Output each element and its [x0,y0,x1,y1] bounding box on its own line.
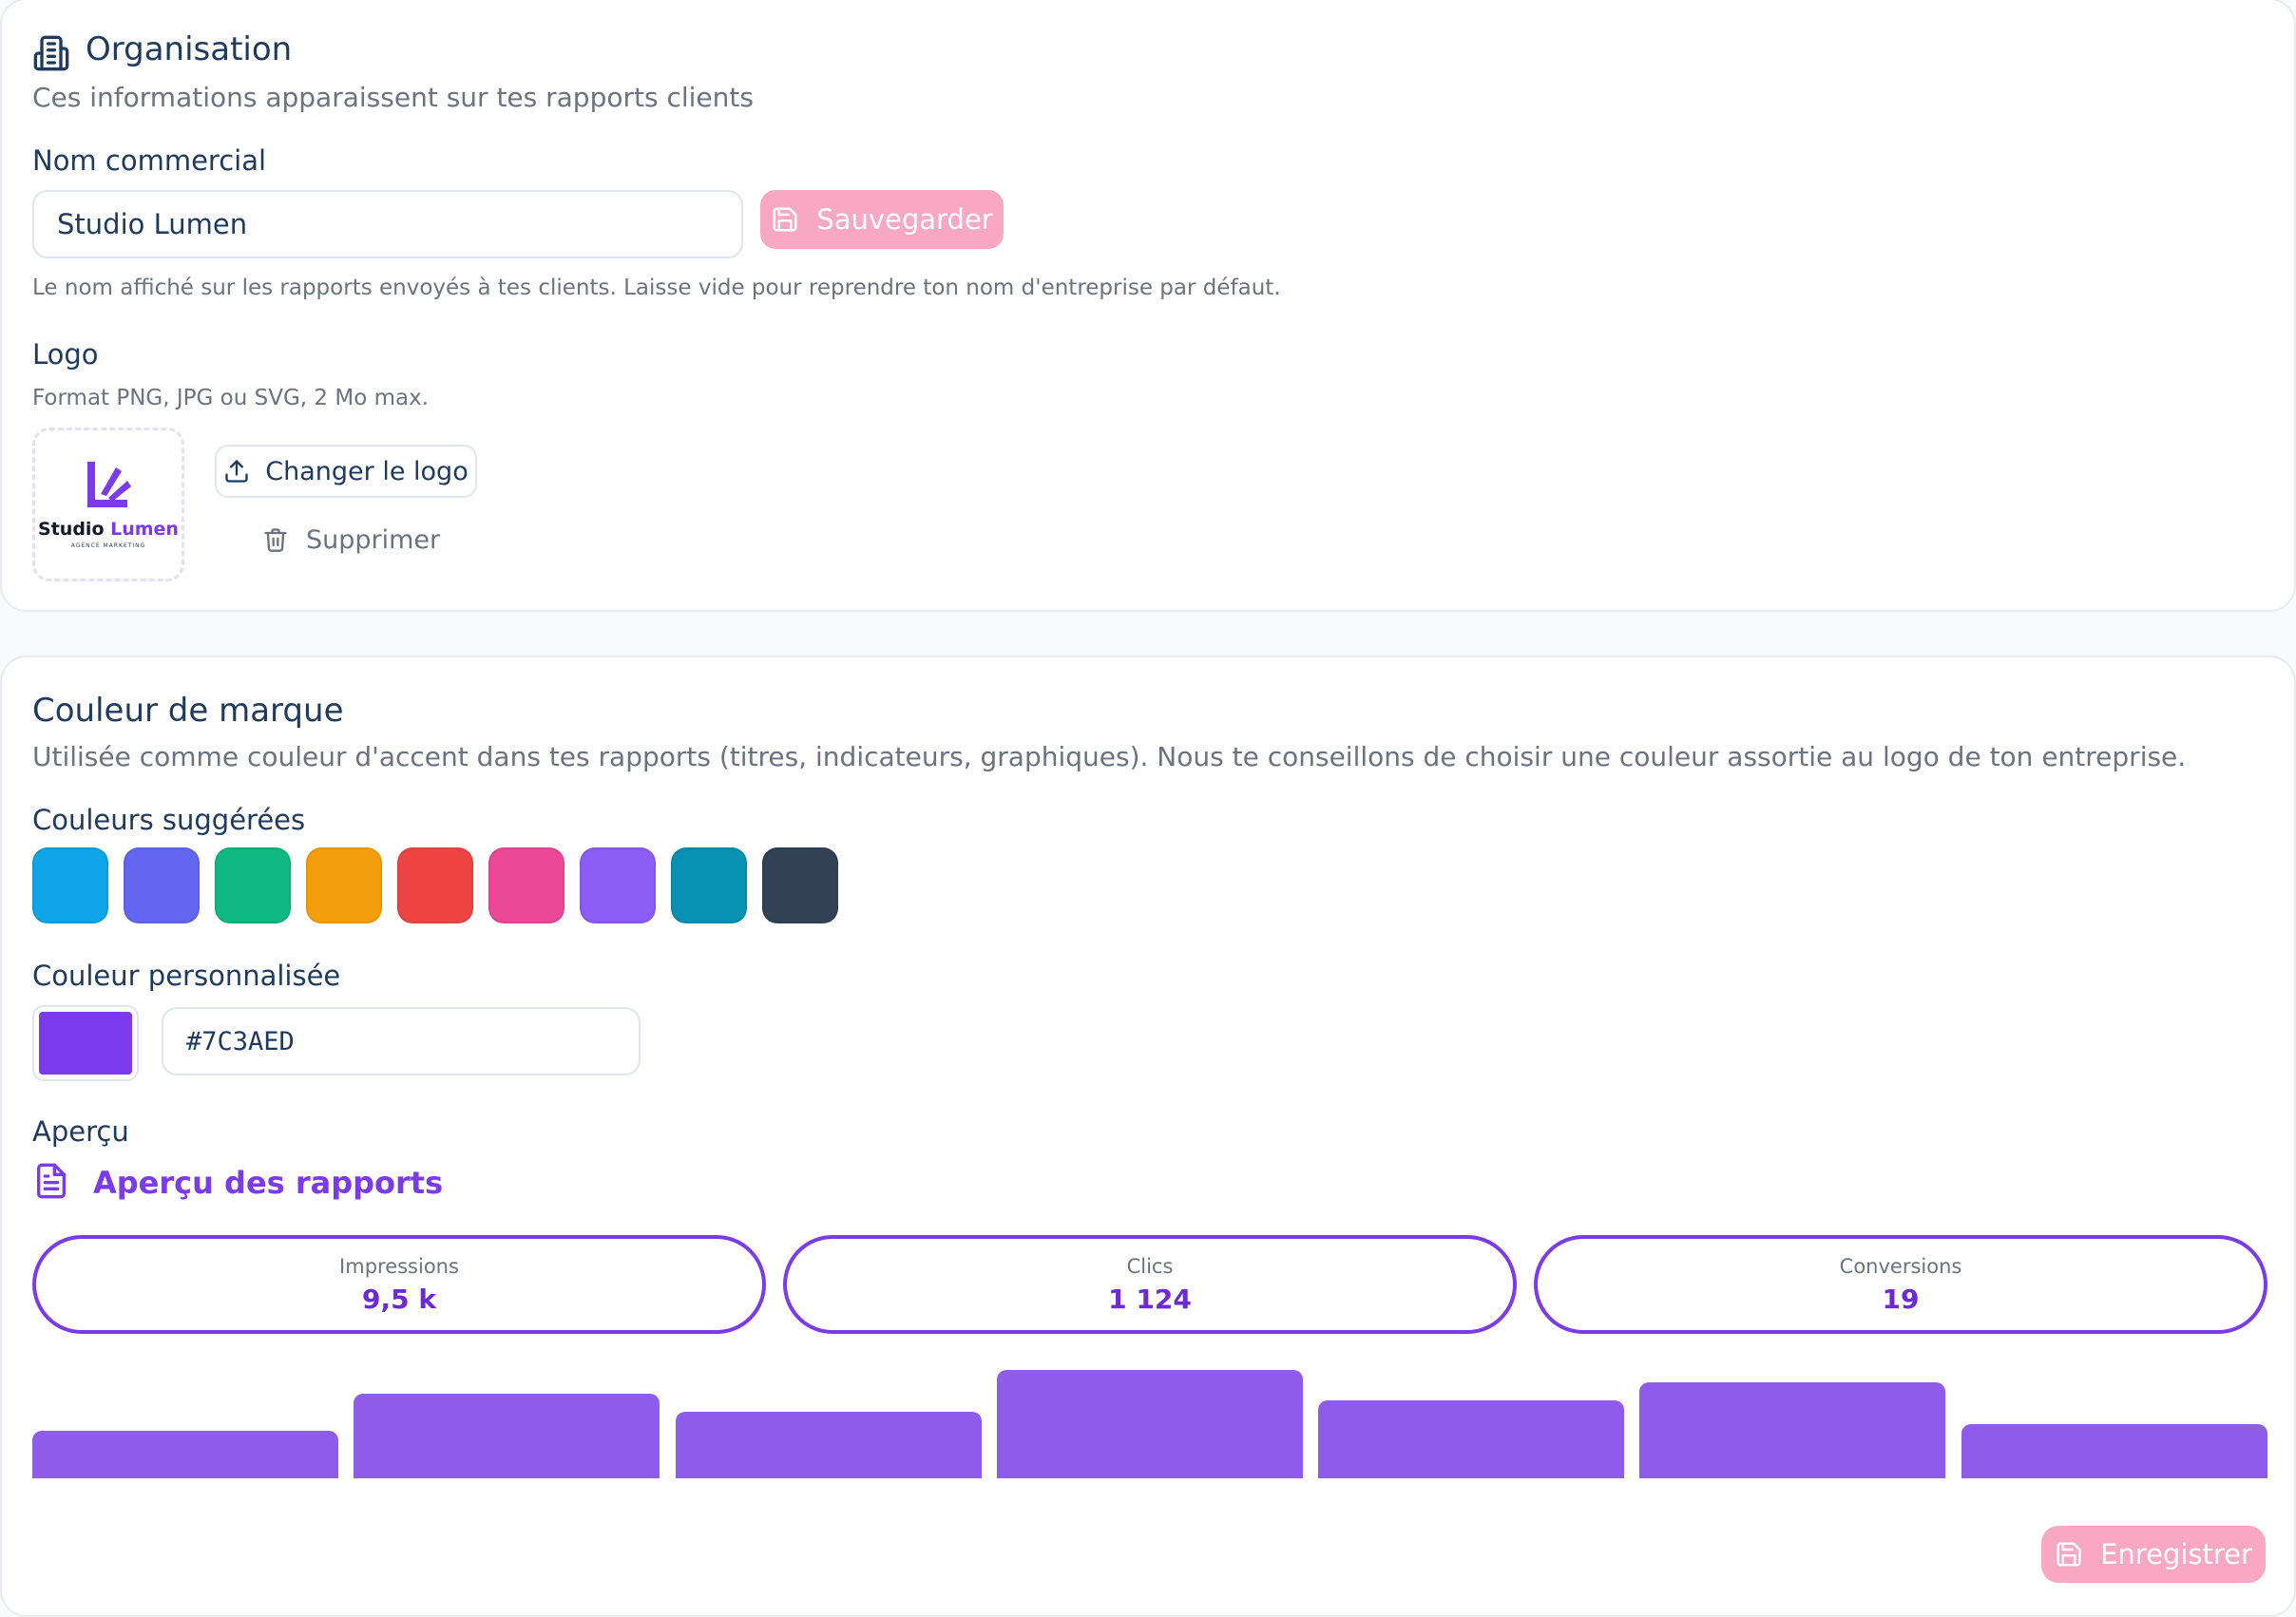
color-picker-fill [39,1012,132,1075]
logo-hint: Format PNG, JPG ou SVG, 2 Mo max. [32,386,429,410]
change-logo-label: Changer le logo [265,456,469,486]
name-hint: Le nom affiché sur les rapports envoyés … [32,276,1281,300]
save-name-label: Sauvegarder [816,203,993,236]
color-swatch-7[interactable] [580,847,656,923]
preview-label: Aperçu [32,1115,129,1148]
chart-bar-3 [676,1412,982,1478]
suggested-colors-label: Couleurs suggérées [32,804,306,836]
chart-bar-4 [997,1370,1303,1478]
stat-impressions: Impressions 9,5 k [32,1235,766,1334]
color-swatch-9[interactable] [762,847,838,923]
building-icon [32,34,70,72]
save-name-button[interactable]: Sauvegarder [760,190,1004,249]
color-swatch-6[interactable] [488,847,564,923]
preview-title: Aperçu des rapports [93,1165,444,1201]
register-label: Enregistrer [2100,1538,2252,1570]
trash-icon [262,526,289,553]
chart-bar-1 [32,1431,338,1478]
stat-conversions: Conversions 19 [1534,1235,2267,1334]
name-input[interactable]: Studio Lumen [32,190,743,258]
color-swatch-4[interactable] [306,847,382,923]
preview-bar-chart [32,1360,2267,1478]
delete-logo-button[interactable]: Supprimer [262,521,440,559]
logo-wordmark: Studio Lumen [38,519,179,540]
logo-label: Logo [32,338,99,371]
brand-color-card: Couleur de marque Utilisée comme couleur… [0,656,2296,1617]
brand-subtitle: Utilisée comme couleur d'accent dans tes… [32,741,2187,772]
delete-logo-label: Supprimer [306,524,441,555]
stat-value: 9,5 k [362,1283,436,1315]
document-icon [32,1161,70,1201]
chart-bar-5 [1318,1400,1624,1478]
register-button[interactable]: Enregistrer [2041,1526,2266,1583]
stat-label: Clics [1126,1254,1174,1278]
organisation-card: Organisation Ces informations apparaisse… [0,0,2296,612]
suggested-colors [32,847,838,923]
color-swatch-5[interactable] [397,847,473,923]
color-swatch-3[interactable] [215,847,291,923]
color-swatch-1[interactable] [32,847,108,923]
chart-bar-7 [1961,1424,2267,1478]
logo-mark-icon [82,460,135,513]
stat-value: 1 124 [1108,1283,1192,1315]
organisation-subtitle: Ces informations apparaissent sur tes ra… [32,82,754,113]
stat-label: Conversions [1839,1254,1962,1278]
logo-preview: Studio Lumen AGENCE MARKETING [32,428,184,581]
chart-bar-2 [354,1394,660,1478]
stat-clicks: Clics 1 124 [783,1235,1517,1334]
color-picker[interactable] [32,1005,139,1081]
stat-label: Impressions [339,1254,459,1278]
upload-icon [223,458,250,485]
color-swatch-2[interactable] [124,847,200,923]
name-label: Nom commercial [32,144,267,177]
organisation-title: Organisation [86,30,293,68]
stat-value: 19 [1882,1283,1920,1315]
save-icon [2055,1540,2083,1569]
logo-tagline: AGENCE MARKETING [70,542,146,549]
brand-title: Couleur de marque [32,692,344,730]
color-swatch-8[interactable] [671,847,747,923]
change-logo-button[interactable]: Changer le logo [215,445,477,498]
custom-color-label: Couleur personnalisée [32,960,341,992]
save-icon [771,205,799,234]
hex-input[interactable]: #7C3AED [162,1007,641,1075]
chart-bar-6 [1639,1382,1945,1478]
